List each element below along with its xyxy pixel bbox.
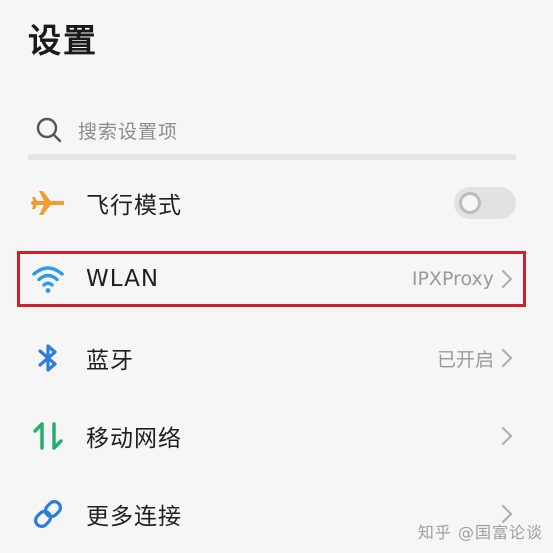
bluetooth-value: 已开启 [436,348,494,371]
watermark: 知乎 @国富论谈 [417,523,543,542]
bluetooth-row[interactable]: 蓝牙 已开启 [28,328,516,388]
bluetooth-label: 蓝牙 [86,348,134,374]
chevron-right-icon [501,269,513,289]
bluetooth-icon [28,338,68,378]
mobile-network-row[interactable]: 移动网络 [28,406,516,466]
airplane-mode-row[interactable]: 飞行模式 [28,173,516,233]
airplane-mode-toggle[interactable] [454,187,516,219]
more-connections-label: 更多连接 [86,504,182,530]
mobile-data-icon [28,416,68,456]
airplane-icon [28,183,68,223]
wlan-value: IPXProxy [411,268,494,290]
toggle-knob [459,192,481,214]
link-icon [28,494,68,534]
wifi-icon [28,259,68,299]
wlan-label: WLAN [86,266,160,292]
page-title: 设置 [28,21,98,60]
chevron-right-icon [501,426,513,446]
search-placeholder: 搜索设置项 [78,120,179,143]
airplane-mode-label: 飞行模式 [86,193,182,219]
chevron-right-icon [501,348,513,368]
search-bar[interactable]: 搜索设置项 [28,106,516,160]
mobile-network-label: 移动网络 [86,426,182,452]
search-icon [36,117,62,143]
wlan-row[interactable]: WLAN IPXProxy [28,249,516,309]
